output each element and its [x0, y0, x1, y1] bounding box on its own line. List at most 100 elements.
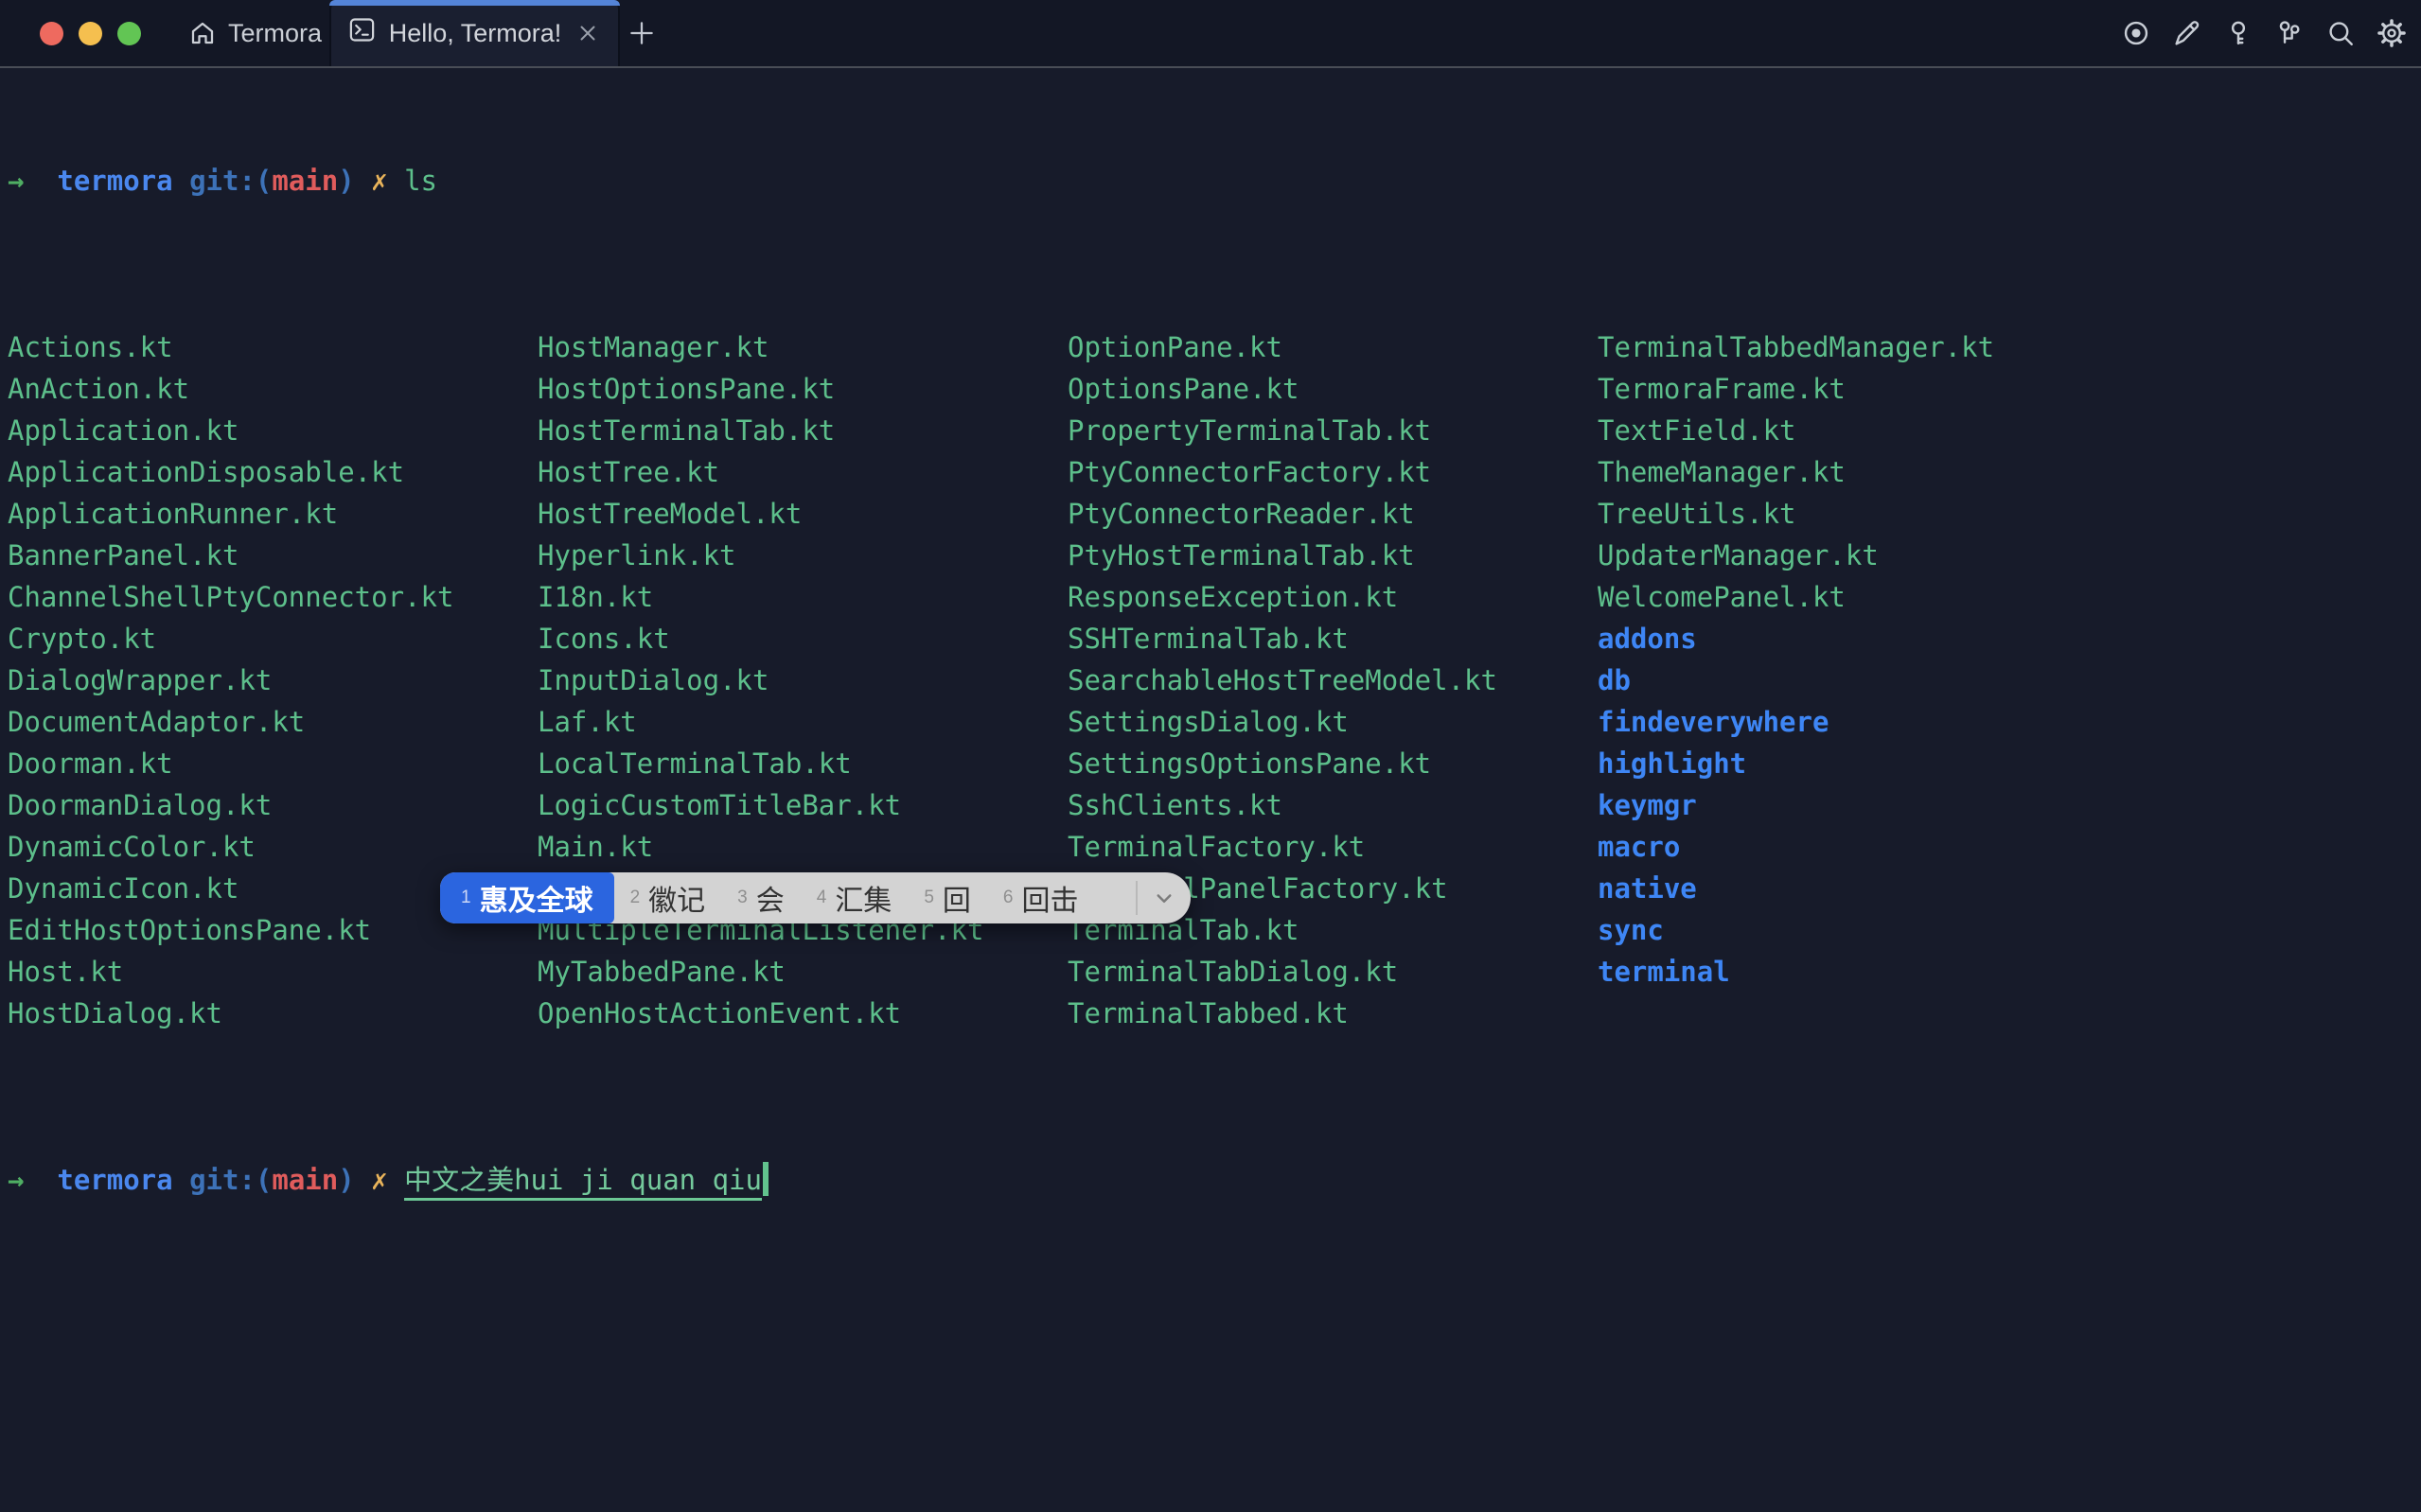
file-entry: BannerPanel.kt [8, 535, 538, 576]
file-entry: LogicCustomTitleBar.kt [538, 784, 1068, 826]
candidate-index: 4 [817, 888, 827, 908]
file-entry: Crypto.kt [8, 618, 538, 659]
prompt-segment [388, 1164, 404, 1196]
terminal-screen[interactable]: → termora git:(main) ✗ ls Actions.ktAnAc… [0, 68, 2421, 1512]
ime-right-section [1136, 872, 1191, 923]
file-entry: ResponseException.kt [1068, 576, 1598, 618]
search-button[interactable] [2324, 17, 2357, 49]
file-entry: TerminalTabDialog.kt [1068, 951, 1598, 993]
file-entry: SshClients.kt [1068, 784, 1598, 826]
settings-icon [2377, 18, 2407, 48]
key-icon [2223, 18, 2253, 48]
file-entry: highlight [1598, 743, 1994, 784]
home-icon [188, 19, 217, 47]
candidate-text: 会 [756, 877, 785, 919]
prompt-segment: → [8, 1164, 24, 1196]
ime-expand-button[interactable] [1138, 872, 1191, 923]
file-entry: SettingsOptionsPane.kt [1068, 743, 1598, 784]
file-entry: TerminalFactory.kt [1068, 826, 1598, 868]
file-entry: OpenHostActionEvent.kt [538, 993, 1068, 1034]
ime-candidate[interactable]: 3 会 [721, 872, 801, 923]
ime-candidate[interactable]: 6 回击 [987, 872, 1095, 923]
record-icon [2121, 18, 2151, 48]
key-button[interactable] [2222, 17, 2254, 49]
file-entry: HostDialog.kt [8, 993, 538, 1034]
file-entry: HostTree.kt [538, 451, 1068, 493]
home-tab[interactable]: Termora [188, 19, 322, 48]
candidate-text: 汇集 [835, 877, 892, 919]
file-entry: Main.kt [538, 826, 1068, 868]
traffic-lights [40, 22, 141, 45]
file-entry: PropertyTerminalTab.kt [1068, 410, 1598, 451]
ime-candidate[interactable]: 1 惠及全球 [440, 872, 614, 923]
file-entry: TerminalTabbed.kt [1068, 993, 1598, 1034]
ime-candidate[interactable]: 4 汇集 [801, 872, 909, 923]
close-icon [575, 21, 600, 45]
file-entry: PtyConnectorReader.kt [1068, 493, 1598, 535]
file-entry: InputDialog.kt [538, 659, 1068, 701]
file-entry: PtyHostTerminalTab.kt [1068, 535, 1598, 576]
file-entry: sync [1598, 909, 1994, 951]
termora-window: Termora Hello, Termora! [0, 0, 2421, 1512]
file-entry: db [1598, 659, 1994, 701]
tab-hello-termora[interactable]: Hello, Termora! [329, 0, 620, 66]
file-entry: SettingsDialog.kt [1068, 701, 1598, 743]
terminal-icon [347, 15, 377, 51]
file-entry: ChannelShellPtyConnector.kt [8, 576, 538, 618]
file-entry: macro [1598, 826, 1994, 868]
file-entry: LocalTerminalTab.kt [538, 743, 1068, 784]
file-entry: Hyperlink.kt [538, 535, 1068, 576]
ime-candidate[interactable]: 2 徽记 [614, 872, 722, 923]
file-entry: HostTreeModel.kt [538, 493, 1068, 535]
zoom-window-button[interactable] [117, 22, 141, 45]
keychain-button[interactable] [2273, 17, 2306, 49]
titlebar-actions [2120, 0, 2408, 66]
keychain-icon [2274, 18, 2305, 48]
file-entry: DialogWrapper.kt [8, 659, 538, 701]
file-entry: native [1598, 868, 1994, 909]
new-tab-button[interactable] [625, 16, 659, 50]
minimize-window-button[interactable] [79, 22, 102, 45]
file-entry: ApplicationRunner.kt [8, 493, 538, 535]
file-entry: Laf.kt [538, 701, 1068, 743]
candidate-text: 回 [943, 877, 971, 919]
candidate-text: 徽记 [648, 877, 705, 919]
file-entry: WelcomePanel.kt [1598, 576, 1994, 618]
file-entry: keymgr [1598, 784, 1994, 826]
prompt-segment: ) [338, 1164, 354, 1196]
prompt-segment: 中文之美hui ji quan qiu [404, 1164, 762, 1201]
file-entry: Doorman.kt [8, 743, 538, 784]
ime-candidate[interactable]: 5 回 [908, 872, 987, 923]
file-entry: Host.kt [8, 951, 538, 993]
file-entry: MyTabbedPane.kt [538, 951, 1068, 993]
prompt-segment: ls [388, 165, 437, 197]
file-entry: OptionsPane.kt [1068, 368, 1598, 410]
ls-column: TerminalTabbedManager.ktTermoraFrame.ktT… [1598, 326, 1994, 1034]
prompt-segment: ✗ [355, 165, 388, 197]
ime-candidate-window: 1 惠及全球 2 徽记 3 会 4 汇集 5 回 6 回击 [440, 872, 1191, 923]
file-entry: TreeUtils.kt [1598, 493, 1994, 535]
tab-close-button[interactable] [574, 19, 602, 47]
record-button[interactable] [2120, 17, 2152, 49]
file-entry: findeverywhere [1598, 701, 1994, 743]
terminal-cursor [763, 1162, 769, 1196]
file-entry: ThemeManager.kt [1598, 451, 1994, 493]
candidate-text: 回击 [1021, 877, 1078, 919]
file-entry: AnAction.kt [8, 368, 538, 410]
plus-icon [626, 17, 658, 49]
edit-button[interactable] [2171, 17, 2203, 49]
prompt-segment: ✗ [355, 1164, 388, 1196]
settings-button[interactable] [2376, 17, 2408, 49]
close-window-button[interactable] [40, 22, 63, 45]
search-icon [2325, 18, 2356, 48]
file-entry: TermoraFrame.kt [1598, 368, 1994, 410]
ls-column: OptionPane.ktOptionsPane.ktPropertyTermi… [1068, 326, 1598, 1034]
file-entry: Actions.kt [8, 326, 538, 368]
candidate-index: 2 [630, 888, 641, 908]
file-entry: DynamicColor.kt [8, 826, 538, 868]
candidate-index: 6 [1003, 888, 1014, 908]
file-entry: DocumentAdaptor.kt [8, 701, 538, 743]
file-entry: TextField.kt [1598, 410, 1994, 451]
candidate-index: 3 [737, 888, 748, 908]
file-entry: Application.kt [8, 410, 538, 451]
